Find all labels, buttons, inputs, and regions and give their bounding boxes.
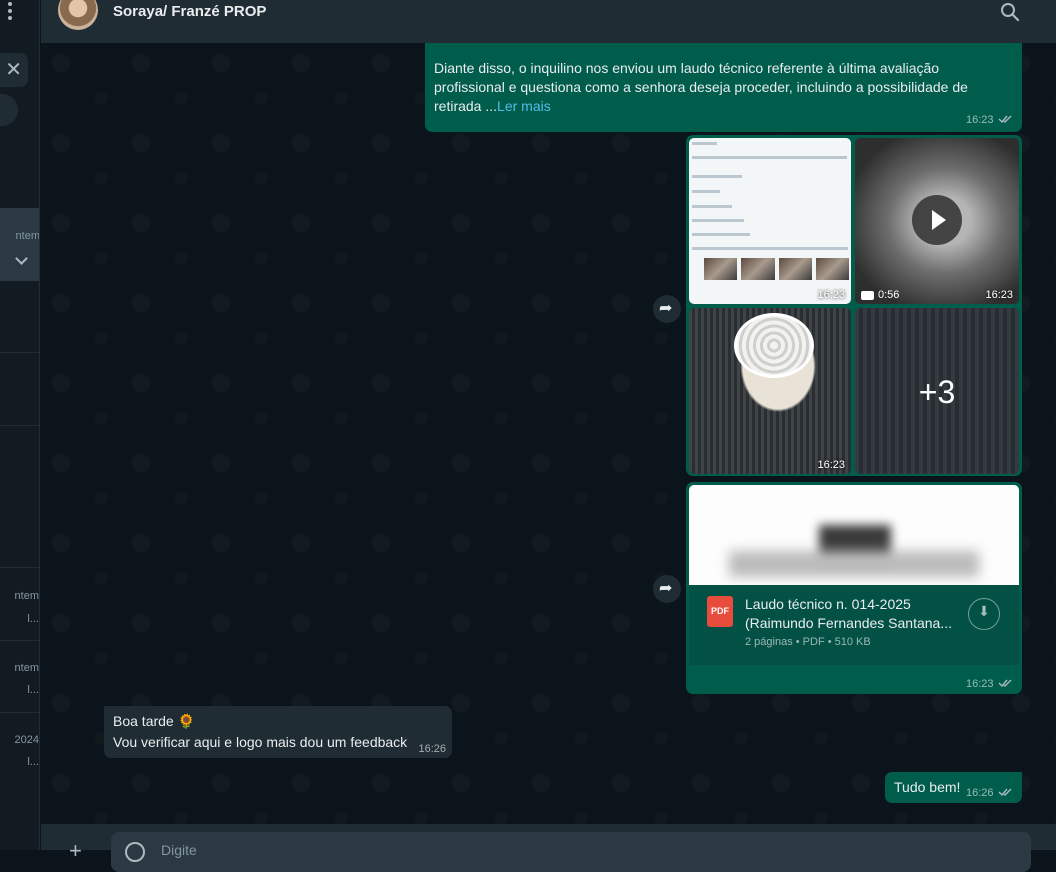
chat-list-item-text: ntem [15,230,40,242]
message-text: Vou verificar aqui e logo mais dou um fe… [113,734,408,750]
video-duration-text: 0:56 [878,289,900,301]
doc-line [692,190,720,193]
message-meta: 16:23 [966,674,1014,692]
message-time: 16:23 [966,678,994,690]
doc-line [692,142,717,145]
chevron-down-icon[interactable] [15,252,28,265]
message-composer: + Digite [41,824,1056,872]
chat-list-item-text: ntem [14,590,39,602]
document-message[interactable]: PDF Laudo técnico n. 014-2025 (Raimundo … [686,482,1022,694]
divider [0,352,39,353]
contact-name[interactable]: Soraya/ Franzé PROP [113,3,266,20]
video-duration: 0:56 [861,289,899,301]
conversation-panel[interactable]: Diante disso, o inquilino nos enviou um … [41,43,1056,824]
chat-list-item-preview: l... [27,684,39,696]
more-media-tile[interactable]: +3 [855,308,1019,474]
download-icon[interactable]: ⬇ [969,603,999,620]
forward-icon[interactable]: ➦ [659,298,672,318]
media-album[interactable]: 16:23 0:56 16:23 16:23 +3 [686,135,1022,476]
doc-line [692,247,848,250]
forward-icon[interactable]: ➦ [659,578,672,598]
read-ticks-icon [998,679,1012,687]
doc-line [692,233,750,236]
filter-button[interactable] [0,94,18,126]
media-time: 16:23 [817,289,845,301]
message-text: Tudo bem! [894,779,961,795]
message-time: 16:23 [966,114,994,126]
media-time: 16:23 [817,459,845,471]
photo-fan [734,313,814,378]
image-thumbnail-document[interactable]: 16:23 [689,138,851,304]
read-ticks-icon [998,115,1012,123]
video-camera-icon [861,290,874,300]
outgoing-message[interactable]: Tudo bem! 16:26 [885,772,1022,803]
chat-list-item-date: 2024 [14,734,39,746]
outgoing-message[interactable]: Diante disso, o inquilino nos enviou um … [425,43,1022,132]
message-time: 16:26 [966,787,994,799]
attached-photos-strip [704,258,849,280]
download-button[interactable]: ⬇ [968,598,1000,630]
video-thumbnail[interactable]: 0:56 16:23 [855,138,1019,304]
chat-list-item-preview: l... [27,756,39,768]
media-time: 16:23 [985,289,1013,301]
message-time: 16:26 [418,743,446,755]
divider [0,567,39,568]
clear-search-button[interactable]: ✕ [0,53,28,87]
divider [0,712,39,713]
doc-line [692,175,742,178]
read-ticks-icon [998,788,1012,796]
preview-blur [729,551,979,577]
forward-button[interactable]: ➦ [653,575,681,603]
message-meta: 16:26 [966,783,1014,801]
doc-line [692,156,847,159]
chat-list-sidebar: ✕ ntem ntem l... ntem l... 2024 l... [0,0,40,850]
play-icon[interactable] [912,195,962,245]
message-text: Diante disso, o inquilino nos enviou um … [434,59,1009,116]
chat-list-item-preview: l... [27,613,39,625]
message-input-box[interactable]: Digite [111,832,1031,872]
message-input[interactable]: Digite [161,842,197,858]
document-meta: 2 páginas • PDF • 510 KB [745,636,871,648]
doc-line [692,219,744,222]
chat-list-item-text: ntem [14,662,39,674]
read-more-link[interactable]: Ler mais [497,98,551,114]
menu-icon[interactable] [5,0,15,22]
chat-list-item-active[interactable]: ntem [0,208,40,281]
incoming-message[interactable]: Boa tarde 🌻 Vou verificar aqui e logo ma… [104,706,452,758]
more-media-count: +3 [918,374,956,410]
document-preview[interactable] [689,485,1019,585]
divider [0,640,39,641]
doc-line [692,205,732,208]
close-icon[interactable]: ✕ [5,57,22,82]
document-title: Laudo técnico n. 014-2025 (Raimundo Fern… [745,596,953,631]
chat-header[interactable]: Soraya/ Franzé PROP [41,0,1056,43]
image-thumbnail[interactable]: 16:23 [689,308,851,474]
pdf-icon: PDF [707,596,733,627]
search-icon[interactable] [1000,2,1020,22]
emoji-icon[interactable] [125,842,145,862]
message-meta: 16:23 [966,110,1014,128]
attach-plus-icon[interactable]: + [69,838,82,864]
document-info[interactable]: PDF Laudo técnico n. 014-2025 (Raimundo … [689,585,1019,665]
divider [0,425,39,426]
message-text: Boa tarde 🌻 [113,713,196,729]
avatar[interactable] [58,0,98,30]
forward-button[interactable]: ➦ [653,295,681,323]
